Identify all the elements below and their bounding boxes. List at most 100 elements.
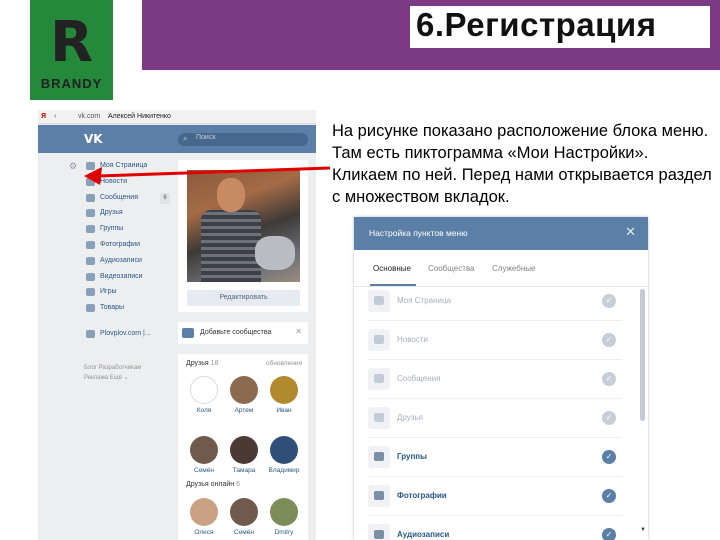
check-icon[interactable]: ✓ [602, 333, 616, 347]
vk-logo[interactable]: VK [84, 132, 103, 146]
friend-item[interactable]: Владимир [264, 436, 304, 474]
page-user-title: Алексей Никитенко [108, 113, 171, 120]
menu-setting-row[interactable]: Новости ✓ [354, 321, 648, 360]
avatar[interactable] [190, 376, 218, 404]
friend-item[interactable]: Семён [184, 436, 224, 474]
menu-setting-icon [368, 290, 390, 312]
menu-setting-label: Друзья [397, 413, 423, 422]
avatar[interactable] [190, 436, 218, 464]
menu-item-goods[interactable]: Товары [68, 302, 178, 318]
footer-links-2[interactable]: Реклама Ещё ⌄ [84, 373, 174, 383]
friend-item[interactable]: Тамара [224, 436, 264, 474]
menu-setting-label: Аудиозаписи [397, 530, 450, 539]
menu-setting-icon [368, 368, 390, 390]
close-icon[interactable]: ✕ [625, 224, 636, 240]
friends-updates-link[interactable]: обновления [266, 360, 302, 367]
menu-setting-icon [368, 407, 390, 429]
friend-item[interactable]: Коля [184, 376, 224, 414]
avatar[interactable] [270, 436, 298, 464]
tab-communities[interactable]: Сообщества [428, 264, 474, 273]
profile-photo[interactable] [187, 170, 300, 282]
menu-item-label: Сообщения [100, 193, 138, 201]
avatar[interactable] [270, 376, 298, 404]
video-icon [86, 272, 95, 281]
check-icon[interactable]: ✓ [602, 372, 616, 386]
messages-badge: 6 [160, 192, 170, 204]
menu-setting-row[interactable]: Друзья ✓ [354, 399, 648, 438]
menu-setting-row[interactable]: Аудиозаписи ✓ [354, 516, 648, 540]
url-text[interactable]: vk.com [78, 113, 100, 120]
add-communities-label: Добавьте сообщества [200, 329, 272, 336]
search-placeholder: Поиск [196, 134, 216, 141]
friend-name[interactable]: Семён [224, 529, 264, 536]
check-icon[interactable]: ✓ [602, 489, 616, 503]
menu-setting-row[interactable]: Фотографии ✓ [354, 477, 648, 516]
friend-name[interactable]: Владимир [264, 467, 304, 474]
photos-icon [86, 240, 95, 249]
dialog-header: Настройка пунктов меню ✕ [354, 217, 648, 250]
friends-heading[interactable]: Друзья 18 [186, 360, 218, 367]
friend-item[interactable]: Артем [224, 376, 264, 414]
menu-setting-glyph [374, 413, 384, 422]
add-communities-block[interactable]: Добавьте сообщества ✕ [178, 322, 308, 344]
friends-label: Друзья [186, 360, 209, 367]
footer-links-1[interactable]: Блог Разработчикам [84, 363, 174, 373]
friend-item[interactable]: Dmitry [264, 498, 304, 536]
vk-screenshot: Я ‹ vk.com Алексей Никитенко VK ⌕ Поиск … [38, 110, 316, 540]
menu-item-friends[interactable]: Друзья [68, 207, 178, 223]
menu-item-news[interactable]: Новости [68, 176, 178, 192]
menu-item-label: Товары [100, 304, 125, 312]
brand-logo: R BRANDY [30, 0, 113, 100]
back-icon[interactable]: ‹ [54, 113, 56, 120]
check-icon[interactable]: ✓ [602, 450, 616, 464]
menu-item-games[interactable]: Игры [68, 286, 178, 302]
check-icon[interactable]: ✓ [602, 294, 616, 308]
friend-name[interactable]: Коля [184, 407, 224, 414]
online-heading[interactable]: Друзья онлайн 6 [186, 481, 240, 488]
close-icon[interactable]: ✕ [295, 327, 302, 336]
photo-foil [255, 236, 295, 270]
friend-name[interactable]: Олеся [184, 529, 224, 536]
friend-item[interactable]: Олеся [184, 498, 224, 536]
scroll-down-icon[interactable]: ▼ [640, 527, 646, 533]
menu-item-messages[interactable]: Сообщения 6 [68, 192, 178, 208]
menu-item-my-page[interactable]: Моя Страница [68, 160, 178, 176]
slide-caption: На рисунке показано расположение блока м… [332, 122, 712, 206]
tab-basic[interactable]: Основные [373, 264, 411, 273]
friend-name[interactable]: Семён [184, 467, 224, 474]
friend-name[interactable]: Артем [224, 407, 264, 414]
avatar[interactable] [230, 498, 258, 526]
avatar[interactable] [270, 498, 298, 526]
check-icon[interactable]: ✓ [602, 528, 616, 540]
dialog-scrollbar[interactable] [640, 289, 645, 421]
menu-setting-row[interactable]: Группы ✓ [354, 438, 648, 477]
friend-item[interactable]: Семён [224, 498, 264, 536]
avatar[interactable] [190, 498, 218, 526]
menu-setting-row[interactable]: Моя Страница ✓ [354, 282, 648, 321]
avatar[interactable] [230, 376, 258, 404]
friend-name[interactable]: Dmitry [264, 529, 304, 536]
friend-item[interactable]: Иван [264, 376, 304, 414]
news-icon [86, 177, 95, 186]
menu-item-photos[interactable]: Фотографии [68, 239, 178, 255]
menu-setting-icon [368, 524, 390, 540]
menu-item-video[interactable]: Видеозаписи [68, 271, 178, 287]
menu-setting-icon [368, 329, 390, 351]
check-icon[interactable]: ✓ [602, 411, 616, 425]
avatar[interactable] [230, 436, 258, 464]
friends-icon [86, 209, 95, 218]
vk-search-input[interactable]: ⌕ Поиск [178, 133, 308, 146]
friends-card: Друзья 18 обновления Коля Артем Иван Семён Т… [178, 354, 308, 540]
communities-icon [182, 328, 194, 338]
edit-profile-button[interactable]: Редактировать [187, 290, 300, 306]
friend-name[interactable]: Иван [264, 407, 304, 414]
photo-figure-body [201, 210, 261, 282]
menu-setting-row[interactable]: Сообщения ✓ [354, 360, 648, 399]
menu-item-groups[interactable]: Группы [68, 223, 178, 239]
tab-service[interactable]: Служебные [492, 264, 535, 273]
menu-setting-glyph [374, 452, 384, 461]
menu-setting-glyph [374, 530, 384, 539]
friend-name[interactable]: Тамара [224, 467, 264, 474]
menu-item-app[interactable]: Plovplov.com |... [68, 328, 178, 344]
menu-item-audio[interactable]: Аудиозаписи [68, 255, 178, 271]
